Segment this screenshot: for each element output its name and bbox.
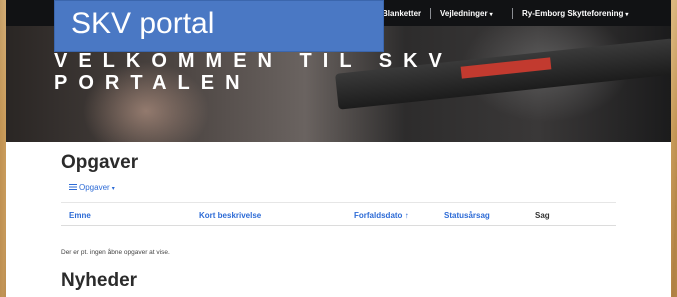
- caret-down-icon: ▾: [625, 12, 629, 18]
- list-icon: [69, 184, 77, 190]
- nav-item-label: Blanketter: [382, 9, 422, 18]
- hero-title-line2: PORTALEN: [54, 72, 251, 94]
- column-header-kort-beskrivelse[interactable]: Kort beskrivelse: [199, 211, 261, 220]
- table-divider: [61, 225, 616, 226]
- column-header-emne[interactable]: Emne: [69, 211, 91, 220]
- overlay-label: SKV portal: [54, 0, 384, 52]
- tasks-heading: Opgaver: [61, 152, 139, 173]
- nav-item-label: Ry-Emborg Skytteforening: [522, 9, 624, 18]
- overlay-label-text: SKV portal: [71, 7, 215, 40]
- tasks-view-dropdown[interactable]: Opgaver ▾: [69, 183, 115, 192]
- sort-ascending-icon: ↑: [404, 211, 409, 220]
- caret-down-icon: ▾: [111, 186, 115, 192]
- divider: [61, 202, 616, 203]
- column-header-label: Forfaldsdato: [354, 211, 403, 220]
- nav-item-label: Vejledninger: [440, 9, 488, 18]
- nav-separator: [512, 8, 513, 19]
- nav-item-vejledninger[interactable]: Vejledninger ▾: [440, 0, 493, 26]
- dropdown-label: Opgaver: [79, 183, 110, 192]
- nav-separator: [430, 8, 431, 19]
- hero-title-line1: VELKOMMEN TIL SKV: [54, 50, 453, 72]
- column-header-sag: Sag: [535, 211, 550, 220]
- hero-title: VELKOMMEN TIL SKV PORTALEN: [54, 50, 453, 94]
- news-heading: Nyheder: [61, 270, 138, 291]
- column-header-statusaarsag[interactable]: Statusårsag: [444, 211, 490, 220]
- empty-state-text: Der er pt. ingen åbne opgaver at vise.: [61, 249, 170, 256]
- column-header-forfaldsdato[interactable]: Forfaldsdato ↑: [354, 211, 409, 220]
- nav-item-club[interactable]: Ry-Emborg Skytteforening ▾: [522, 0, 628, 26]
- main-content: Opgaver Opgaver ▾ Emne Kort beskrivelse F…: [6, 142, 671, 297]
- nav-item-blanketter[interactable]: Blanketter: [382, 0, 421, 26]
- caret-down-icon: ▾: [489, 12, 493, 18]
- browser-screen: Blanketter Vejledninger ▾ Ry-Emborg Skytt…: [6, 0, 671, 297]
